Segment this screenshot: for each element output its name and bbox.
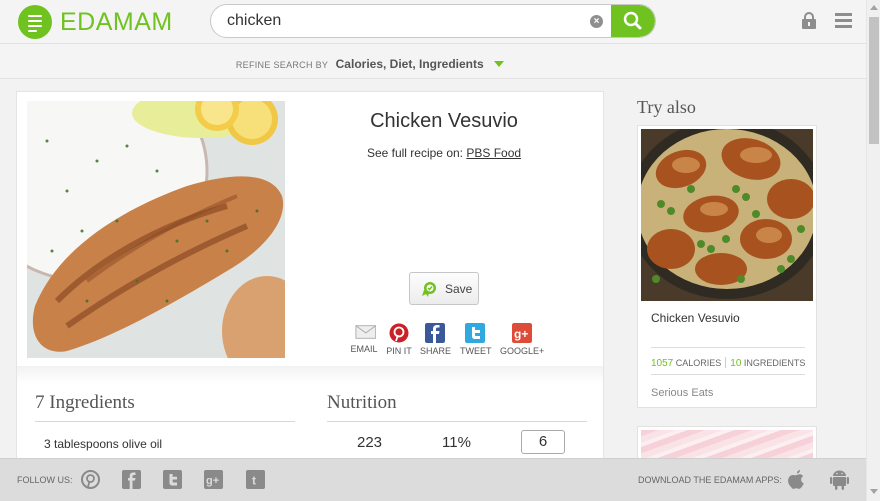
share-facebook[interactable]: SHARE xyxy=(420,323,452,356)
edamam-logo-icon[interactable] xyxy=(18,5,52,39)
scroll-up-icon[interactable] xyxy=(870,5,878,10)
daily-value-percent: 11% xyxy=(442,434,471,451)
apple-icon[interactable] xyxy=(787,469,806,490)
servings-input[interactable]: 6 xyxy=(521,430,565,454)
refine-label: REFINE SEARCH BY xyxy=(235,60,329,70)
ingredients-label: INGREDIENTS xyxy=(743,358,806,368)
source-link[interactable]: PBS Food xyxy=(466,146,521,160)
recipe-card: Chicken Vesuvio See full recipe on: PBS … xyxy=(16,91,604,471)
ingredients-count: 10 xyxy=(730,358,742,369)
search-button[interactable] xyxy=(611,5,655,37)
refine-options[interactable]: Calories, Diet, Ingredients xyxy=(336,57,484,71)
suggested-recipe-source[interactable]: Serious Eats xyxy=(651,387,713,399)
recipe-stats: 1057 CALORIES 10 INGREDIENTS xyxy=(651,357,805,369)
ingredient-item: 3 tablespoons olive oil xyxy=(44,437,163,451)
facebook-icon xyxy=(425,323,445,343)
svg-text:g+: g+ xyxy=(514,327,528,341)
search-input[interactable] xyxy=(227,5,587,37)
search-icon xyxy=(623,11,642,30)
suggested-recipe-title[interactable]: Chicken Vesuvio xyxy=(651,311,740,325)
svg-text:g+: g+ xyxy=(206,475,219,487)
clear-search-icon[interactable]: × xyxy=(590,15,603,28)
chevron-down-icon[interactable] xyxy=(494,61,505,67)
share-pinterest[interactable]: PIN IT xyxy=(385,323,413,356)
menu-icon[interactable] xyxy=(835,13,852,28)
share-label: EMAIL xyxy=(350,344,378,354)
download-label: DOWNLOAD THE EDAMAM APPS: xyxy=(638,475,782,485)
card-divider xyxy=(17,366,603,384)
pinterest-icon xyxy=(389,323,409,343)
source-prefix: See full recipe on: xyxy=(366,146,463,160)
suggested-recipe-photo[interactable] xyxy=(641,129,813,301)
twitter-icon[interactable] xyxy=(163,470,182,489)
suggested-recipe-card[interactable]: Chicken Vesuvio 1057 CALORIES 10 INGREDIE… xyxy=(637,125,817,408)
card-rule xyxy=(651,347,805,348)
scroll-down-icon[interactable] xyxy=(870,489,878,494)
ingredients-heading: 7 Ingredients xyxy=(35,392,135,413)
email-icon xyxy=(355,325,376,339)
save-button[interactable]: Save xyxy=(409,272,479,305)
recipe-title: Chicken Vesuvio xyxy=(370,110,518,132)
twitter-icon xyxy=(465,323,485,343)
footer: FOLLOW US: g+ t DOWNLOAD THE EDAMAM APPS… xyxy=(0,458,866,501)
scrollbar[interactable] xyxy=(866,0,880,501)
pinterest-icon[interactable] xyxy=(81,470,100,489)
follow-label: FOLLOW US: xyxy=(17,475,73,485)
facebook-icon[interactable] xyxy=(122,470,141,489)
android-icon[interactable] xyxy=(830,469,849,490)
nutrition-heading: Nutrition xyxy=(327,392,397,413)
share-label: PIN IT xyxy=(386,346,412,356)
card-rule xyxy=(651,374,805,375)
lock-icon[interactable] xyxy=(801,12,817,29)
calories-label: CALORIES xyxy=(675,358,722,368)
ingredients-rule xyxy=(35,421,295,422)
scroll-thumb[interactable] xyxy=(869,17,879,144)
refine-search-bar: REFINE SEARCH BY Calories, Diet, Ingredi… xyxy=(0,44,866,79)
share-label: SHARE xyxy=(420,346,452,356)
recipe-photo xyxy=(27,101,285,358)
share-twitter[interactable]: TWEET xyxy=(460,323,492,356)
bookmark-icon xyxy=(422,282,436,297)
header: EDAMAM × xyxy=(0,0,866,44)
logo-text[interactable]: EDAMAM xyxy=(60,8,173,37)
tumblr-icon[interactable]: t xyxy=(246,470,265,489)
calories-value: 223 xyxy=(357,434,383,451)
google-plus-icon: g+ xyxy=(512,323,532,343)
try-also-heading: Try also xyxy=(637,97,696,117)
recipe-source: See full recipe on: PBS Food xyxy=(299,146,589,160)
google-plus-icon[interactable]: g+ xyxy=(204,470,223,489)
share-google-plus[interactable]: g+ GOOGLE+ xyxy=(500,323,544,356)
svg-text:t: t xyxy=(252,474,256,488)
share-label: TWEET xyxy=(460,346,492,356)
save-label: Save xyxy=(445,282,473,296)
search-bar: × xyxy=(210,4,656,38)
calories-count: 1057 xyxy=(651,358,674,369)
nutrition-rule xyxy=(327,421,587,422)
share-email[interactable]: EMAIL xyxy=(348,323,380,354)
share-label: GOOGLE+ xyxy=(500,346,545,356)
